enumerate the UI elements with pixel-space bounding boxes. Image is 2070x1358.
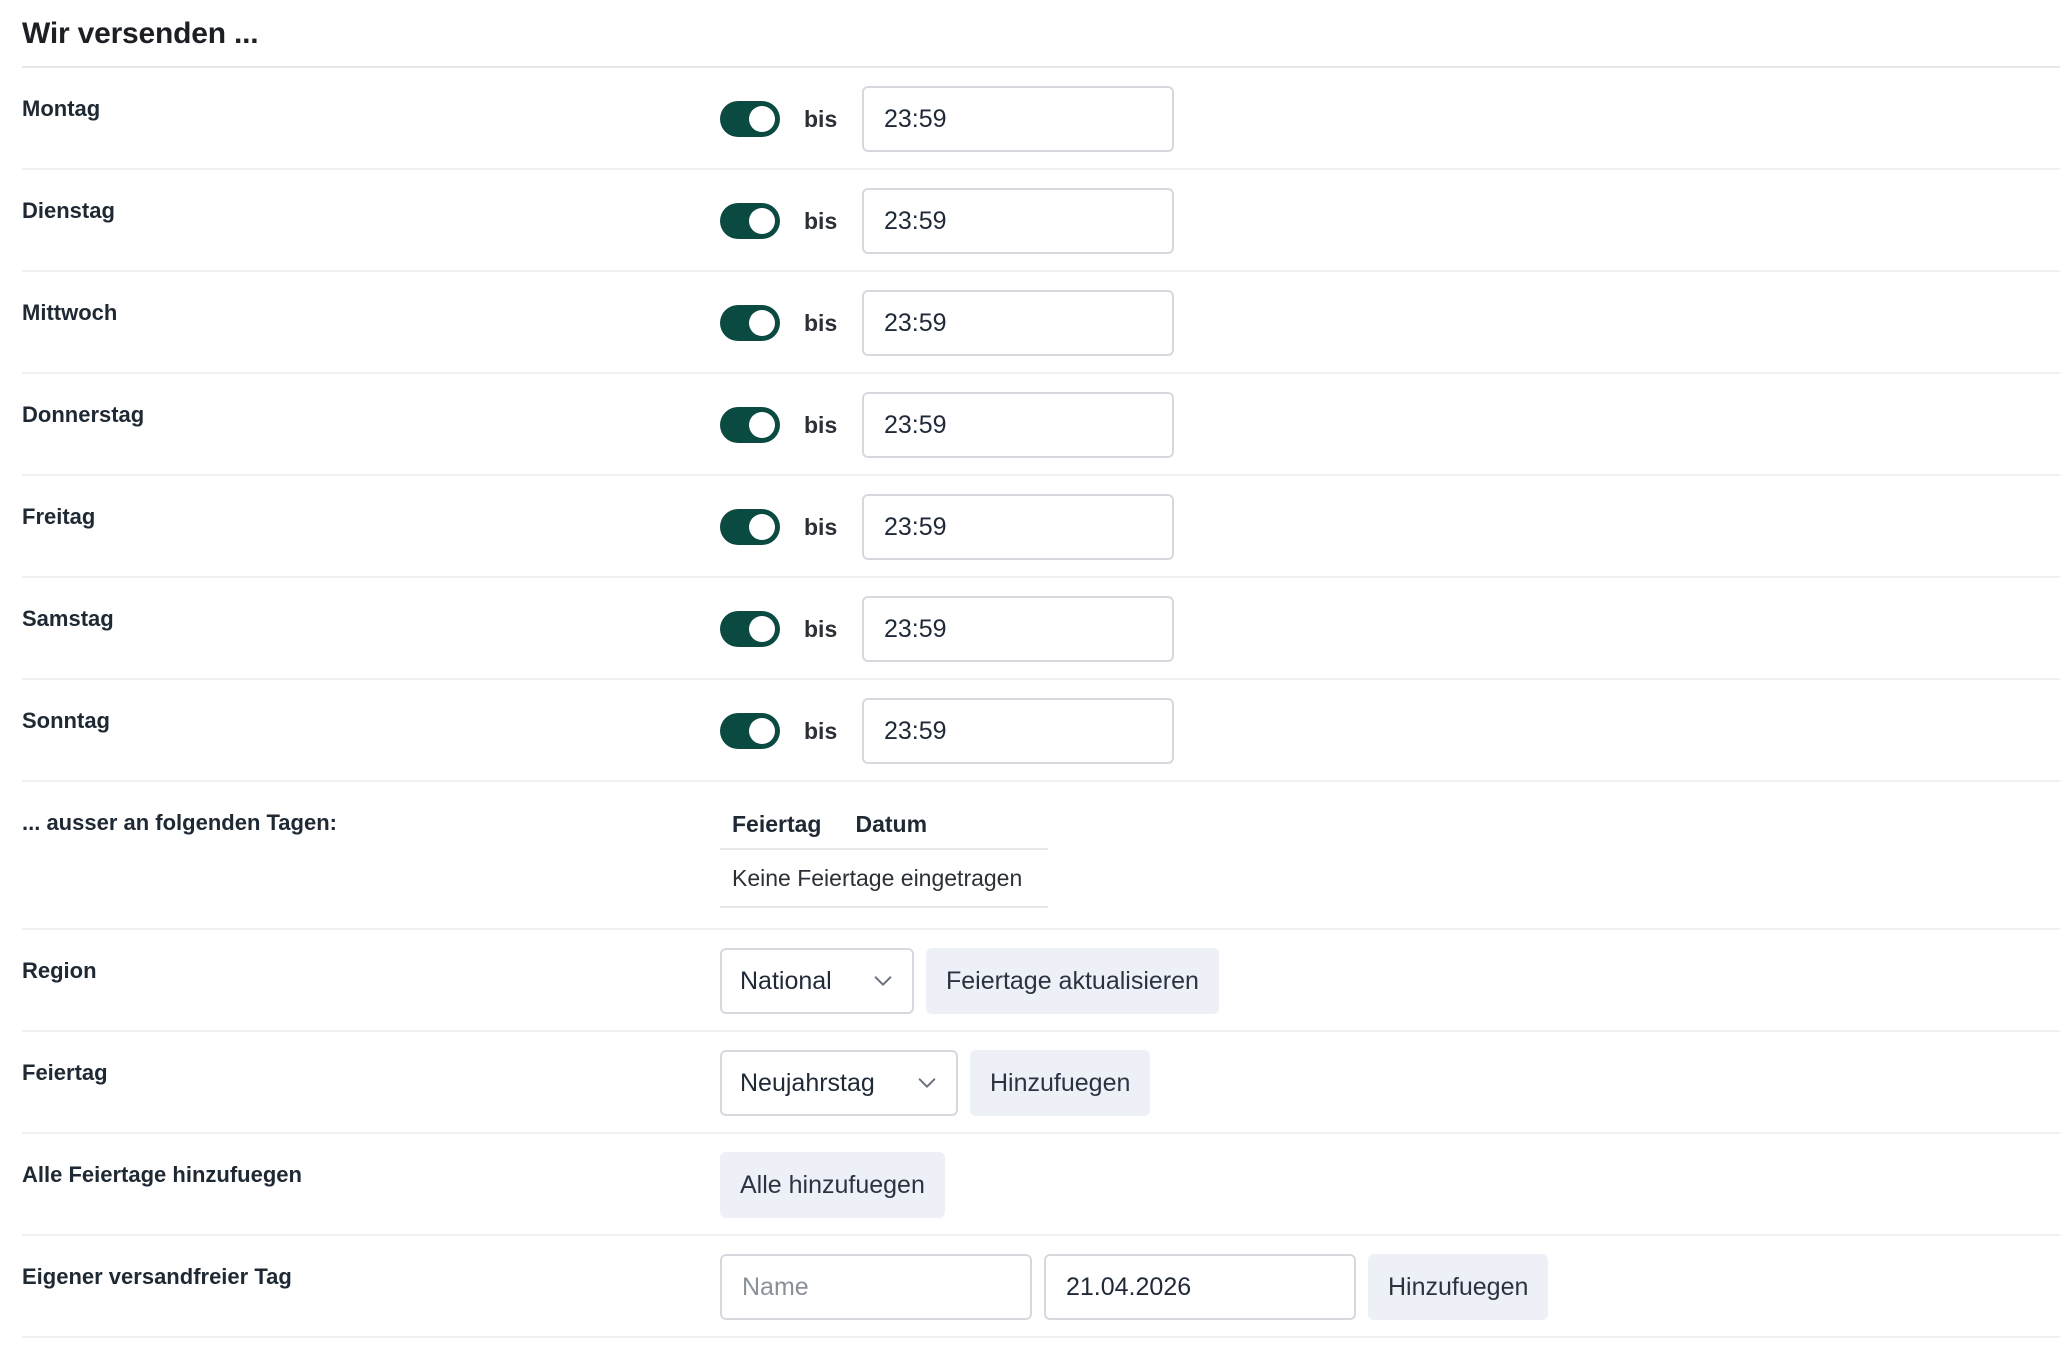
- bis-label: bis: [804, 411, 838, 438]
- custom-day-date-input[interactable]: [1044, 1254, 1356, 1320]
- add-holiday-button[interactable]: Hinzufuegen: [970, 1050, 1151, 1116]
- holiday-table-header: Feiertag Datum: [720, 800, 1048, 850]
- day-label: Mittwoch: [22, 300, 118, 325]
- day-label: Sonntag: [22, 708, 110, 733]
- toggle-knob: [749, 412, 775, 438]
- day-label: Montag: [22, 96, 101, 121]
- chevron-down-icon: [918, 1078, 936, 1088]
- toggle-knob: [749, 718, 775, 744]
- bis-label: bis: [804, 105, 838, 132]
- bis-label: bis: [804, 513, 838, 540]
- holiday-empty-message: Keine Feiertage eingetragen: [720, 850, 1048, 908]
- holiday-select[interactable]: Neujahrstag: [720, 1050, 958, 1116]
- custom-day-row: Eigener versandfreier Tag Hinzufuegen: [22, 1236, 2060, 1338]
- toggle-knob: [749, 106, 775, 132]
- tuesday-time-input[interactable]: [862, 188, 1174, 254]
- monday-toggle[interactable]: [720, 101, 780, 137]
- saturday-time-input[interactable]: [862, 596, 1174, 662]
- section-title: Wir versenden ...: [22, 17, 259, 50]
- day-label: Donnerstag: [22, 402, 145, 427]
- update-holidays-button[interactable]: Feiertage aktualisieren: [926, 948, 1219, 1014]
- custom-day-name-input[interactable]: [720, 1254, 1032, 1320]
- holiday-selected-value: Neujahrstag: [740, 1068, 875, 1097]
- day-label: Dienstag: [22, 198, 115, 223]
- holiday-table: Feiertag Datum Keine Feiertage eingetrag…: [720, 800, 1048, 908]
- saturday-toggle[interactable]: [720, 611, 780, 647]
- holiday-row: Feiertag Neujahrstag Hinzufuegen: [22, 1032, 2060, 1134]
- day-row-tuesday: Dienstag bis: [22, 170, 2060, 272]
- add-all-button[interactable]: Alle hinzufuegen: [720, 1152, 945, 1218]
- friday-toggle[interactable]: [720, 509, 780, 545]
- friday-time-input[interactable]: [862, 494, 1174, 560]
- toggle-knob: [749, 310, 775, 336]
- shipping-schedule-page: Wir versenden ... Montag bis Dienstag bi…: [0, 0, 2070, 1358]
- custom-day-label: Eigener versandfreier Tag: [22, 1264, 292, 1289]
- day-label: Samstag: [22, 606, 114, 631]
- sunday-toggle[interactable]: [720, 713, 780, 749]
- day-row-friday: Freitag bis: [22, 476, 2060, 578]
- toggle-knob: [749, 616, 775, 642]
- thursday-time-input[interactable]: [862, 392, 1174, 458]
- thursday-toggle[interactable]: [720, 407, 780, 443]
- day-row-saturday: Samstag bis: [22, 578, 2060, 680]
- exceptions-row: ... ausser an folgenden Tagen: Feiertag …: [22, 782, 2060, 930]
- wednesday-toggle[interactable]: [720, 305, 780, 341]
- region-label: Region: [22, 958, 97, 983]
- day-row-wednesday: Mittwoch bis: [22, 272, 2060, 374]
- monday-time-input[interactable]: [862, 86, 1174, 152]
- add-custom-day-button[interactable]: Hinzufuegen: [1368, 1254, 1549, 1320]
- column-header-feiertag: Feiertag: [732, 810, 822, 837]
- toggle-knob: [749, 514, 775, 540]
- toggle-knob: [749, 208, 775, 234]
- bis-label: bis: [804, 615, 838, 642]
- day-row-monday: Montag bis: [22, 68, 2060, 170]
- add-all-label: Alle Feiertage hinzufuegen: [22, 1162, 302, 1187]
- holiday-label: Feiertag: [22, 1060, 108, 1085]
- region-row: Region National Feiertage aktualisieren: [22, 930, 2060, 1032]
- region-selected-value: National: [740, 966, 832, 995]
- wednesday-time-input[interactable]: [862, 290, 1174, 356]
- add-all-row: Alle Feiertage hinzufuegen Alle hinzufue…: [22, 1134, 2060, 1236]
- bis-label: bis: [804, 207, 838, 234]
- region-select[interactable]: National: [720, 948, 914, 1014]
- bis-label: bis: [804, 309, 838, 336]
- chevron-down-icon: [874, 976, 892, 986]
- column-header-datum: Datum: [855, 810, 928, 837]
- day-label: Freitag: [22, 504, 96, 529]
- day-row-thursday: Donnerstag bis: [22, 374, 2060, 476]
- sunday-time-input[interactable]: [862, 698, 1174, 764]
- exceptions-label: ... ausser an folgenden Tagen:: [22, 810, 337, 835]
- bis-label: bis: [804, 717, 838, 744]
- tuesday-toggle[interactable]: [720, 203, 780, 239]
- day-row-sunday: Sonntag bis: [22, 680, 2060, 782]
